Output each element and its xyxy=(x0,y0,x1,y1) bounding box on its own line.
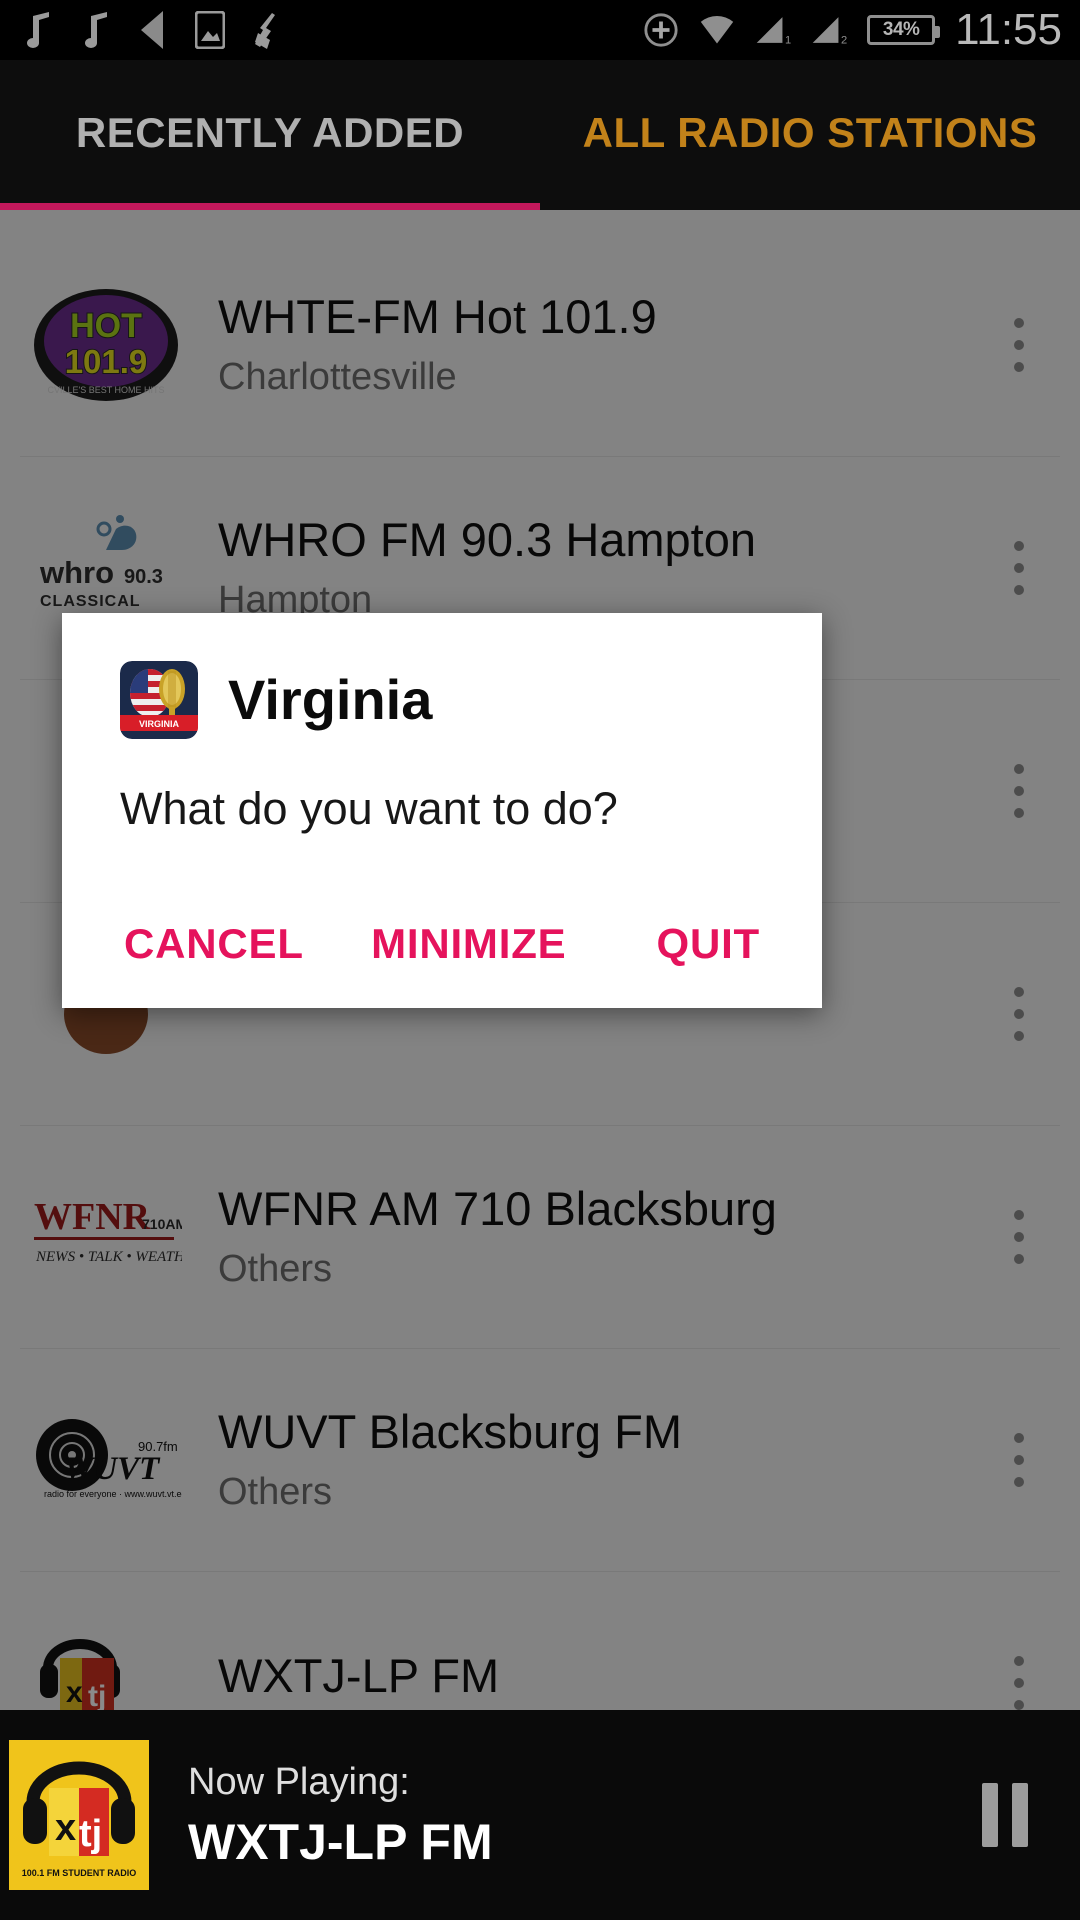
now-playing-bar[interactable]: x tj 100.1 FM STUDENT RADIO Now Playing:… xyxy=(0,1710,1080,1920)
quit-dialog: VIRGINIA Virginia What do you want to do… xyxy=(62,613,822,1008)
pause-icon xyxy=(982,1783,1028,1847)
quit-button[interactable]: QUIT xyxy=(642,904,774,984)
now-playing-text: Now Playing: WXTJ-LP FM xyxy=(158,1710,930,1920)
tab-all-radio-stations-label: ALL RADIO STATIONS xyxy=(582,109,1038,156)
virginia-flag-microphone-icon: VIRGINIA xyxy=(120,661,198,739)
circle-plus-icon xyxy=(643,12,679,48)
wifi-icon xyxy=(699,12,735,48)
battery-percent-label: 34% xyxy=(882,19,920,40)
tab-all-radio-stations[interactable]: ALL RADIO STATIONS xyxy=(540,60,1080,206)
broom-icon xyxy=(250,12,286,49)
signal-1-icon: 1 xyxy=(755,12,791,48)
status-bar-left-icons xyxy=(18,11,643,49)
dialog-actions: CANCEL MINIMIZE QUIT xyxy=(62,904,822,984)
music-note-icon xyxy=(18,12,54,48)
cancel-button[interactable]: CANCEL xyxy=(110,904,318,984)
tab-indicator xyxy=(0,203,540,210)
music-note-icon xyxy=(76,12,112,48)
clock-label: 11:55 xyxy=(955,5,1062,54)
svg-text:x: x xyxy=(55,1807,76,1849)
dialog-message: What do you want to do? xyxy=(120,783,618,834)
tab-recently-added[interactable]: RECENTLY ADDED xyxy=(0,60,540,206)
image-icon xyxy=(192,11,228,49)
wxtj-headphones-logo-icon: x tj 100.1 FM STUDENT RADIO xyxy=(0,1710,158,1920)
svg-text:1: 1 xyxy=(785,35,791,47)
svg-text:100.1 FM STUDENT RADIO: 100.1 FM STUDENT RADIO xyxy=(22,1868,137,1878)
tab-bar: RECENTLY ADDED ALL RADIO STATIONS xyxy=(0,60,1080,210)
tab-recently-added-label: RECENTLY ADDED xyxy=(75,109,465,156)
svg-text:2: 2 xyxy=(841,35,847,47)
status-bar-right-icons: 1 2 34% 11:55 xyxy=(643,8,1062,52)
signal-2-icon: 2 xyxy=(811,12,847,48)
back-arrow-icon xyxy=(134,11,170,49)
tab-row: RECENTLY ADDED ALL RADIO STATIONS xyxy=(0,60,1080,206)
dialog-header: VIRGINIA Virginia xyxy=(62,613,822,739)
now-playing-station: WXTJ-LP FM xyxy=(188,1814,493,1871)
svg-text:VIRGINIA: VIRGINIA xyxy=(139,719,180,729)
battery-icon: 34% xyxy=(867,15,941,45)
pause-button[interactable] xyxy=(930,1710,1080,1920)
now-playing-label: Now Playing: xyxy=(188,1760,410,1803)
dialog-title: Virginia xyxy=(228,668,433,731)
status-bar: 1 2 34% 11:55 xyxy=(0,0,1080,60)
svg-text:tj: tj xyxy=(79,1813,102,1855)
minimize-button[interactable]: MINIMIZE xyxy=(357,904,580,984)
